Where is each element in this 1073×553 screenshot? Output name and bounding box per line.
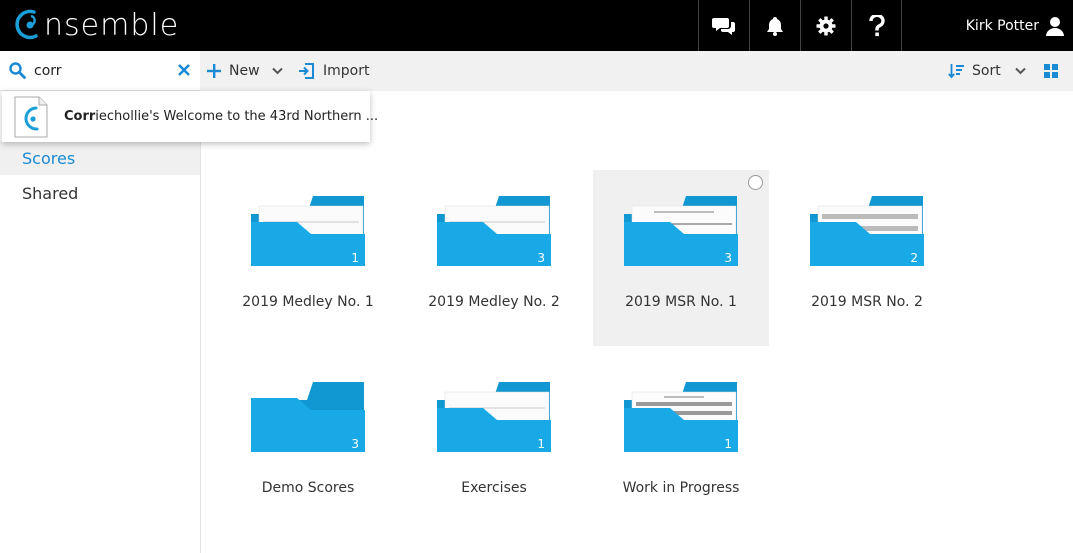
bell-icon	[767, 16, 783, 36]
folder-name: 2019 MSR No. 1	[625, 294, 737, 310]
chat-icon	[712, 17, 735, 35]
plus-icon	[207, 64, 221, 78]
import-icon	[299, 63, 314, 79]
folder-icon: 2	[810, 196, 924, 266]
help-button[interactable]	[851, 0, 902, 51]
toolbar: New Import Sort	[0, 51, 1073, 91]
settings-button[interactable]	[800, 0, 851, 51]
new-dropdown-button[interactable]	[272, 51, 283, 91]
folder-icon: 1	[437, 382, 551, 452]
search-icon[interactable]	[9, 62, 26, 79]
sidebar-item-scores[interactable]: Scores	[0, 141, 200, 175]
folder-count: 3	[351, 437, 359, 451]
user-name: Kirk Potter	[965, 17, 1039, 34]
import-button[interactable]: Import	[299, 51, 369, 91]
search-box	[0, 51, 200, 91]
folder-icon: 1	[251, 196, 365, 266]
sort-button[interactable]: Sort	[948, 51, 1026, 91]
user-icon	[1046, 16, 1064, 36]
chat-button[interactable]	[698, 0, 749, 51]
folder-tile[interactable]: 1 Work in Progress	[593, 356, 769, 532]
search-result-title: Corriechollie's Welcome to the 43rd Nort…	[64, 109, 378, 124]
new-button-label: New	[229, 63, 260, 79]
folder-tile[interactable]: 3 2019 Medley No. 2	[406, 170, 582, 346]
folder-name: Demo Scores	[261, 480, 355, 496]
grid-view-icon	[1044, 64, 1058, 78]
import-button-label: Import	[323, 63, 370, 79]
sort-icon	[948, 64, 964, 79]
sidebar-item-label: Scores	[22, 148, 76, 168]
app-logo[interactable]: nsemble	[12, 6, 179, 44]
grid-view-button[interactable]	[1044, 51, 1058, 91]
logo-text: nsemble	[44, 7, 180, 43]
folder-name: 2019 MSR No. 2	[811, 294, 923, 310]
chevron-down-icon	[272, 67, 283, 75]
sidebar: Scores Shared	[0, 91, 201, 553]
score-document-icon	[14, 96, 48, 137]
notifications-button[interactable]	[749, 0, 800, 51]
folder-count: 2	[910, 251, 918, 265]
search-input[interactable]	[34, 59, 164, 83]
folder-icon: 3	[624, 196, 738, 266]
folder-tile-selected[interactable]: 3 2019 MSR No. 1	[593, 170, 769, 346]
sidebar-item-label: Shared	[22, 183, 79, 203]
folder-icon: 3	[437, 196, 551, 266]
folder-icon: 1	[624, 382, 738, 452]
sidebar-item-shared[interactable]: Shared	[0, 176, 200, 210]
close-icon[interactable]	[177, 63, 191, 77]
select-checkbox[interactable]	[748, 175, 763, 190]
search-result-item[interactable]: Corriechollie's Welcome to the 43rd Nort…	[14, 96, 378, 138]
search-result-match: Corr	[64, 109, 96, 124]
folder-count: 3	[537, 251, 545, 265]
folder-count: 1	[724, 437, 732, 451]
folder-count: 1	[351, 251, 359, 265]
ensemble-logo-icon	[15, 9, 38, 40]
folder-count: 3	[724, 251, 732, 265]
folder-name: 2019 Medley No. 2	[428, 294, 560, 310]
folder-name: Exercises	[461, 480, 527, 496]
folder-tile[interactable]: 3 Demo Scores	[220, 356, 396, 532]
help-icon	[868, 14, 885, 36]
folder-tile[interactable]: 1 Exercises	[406, 356, 582, 532]
new-button[interactable]: New	[207, 51, 260, 91]
folder-tile[interactable]: 2 2019 MSR No. 2	[779, 170, 955, 346]
top-bar: nsemble Kirk Potter	[0, 0, 1073, 51]
user-menu[interactable]: Kirk Potter	[966, 0, 1065, 51]
sort-button-label: Sort	[972, 63, 1001, 79]
folder-name: 2019 Medley No. 1	[242, 294, 374, 310]
folder-tile[interactable]: 1 2019 Medley No. 1	[220, 170, 396, 346]
gear-icon	[816, 16, 836, 35]
folder-icon: 3	[251, 382, 365, 452]
chevron-down-icon	[1014, 67, 1026, 75]
folder-name: Work in Progress	[622, 480, 740, 496]
folder-count: 1	[537, 437, 545, 451]
search-result-rest: iechollie's Welcome to the 43rd Northern…	[95, 109, 379, 124]
search-suggestion-dropdown: Corriechollie's Welcome to the 43rd Nort…	[2, 91, 378, 142]
